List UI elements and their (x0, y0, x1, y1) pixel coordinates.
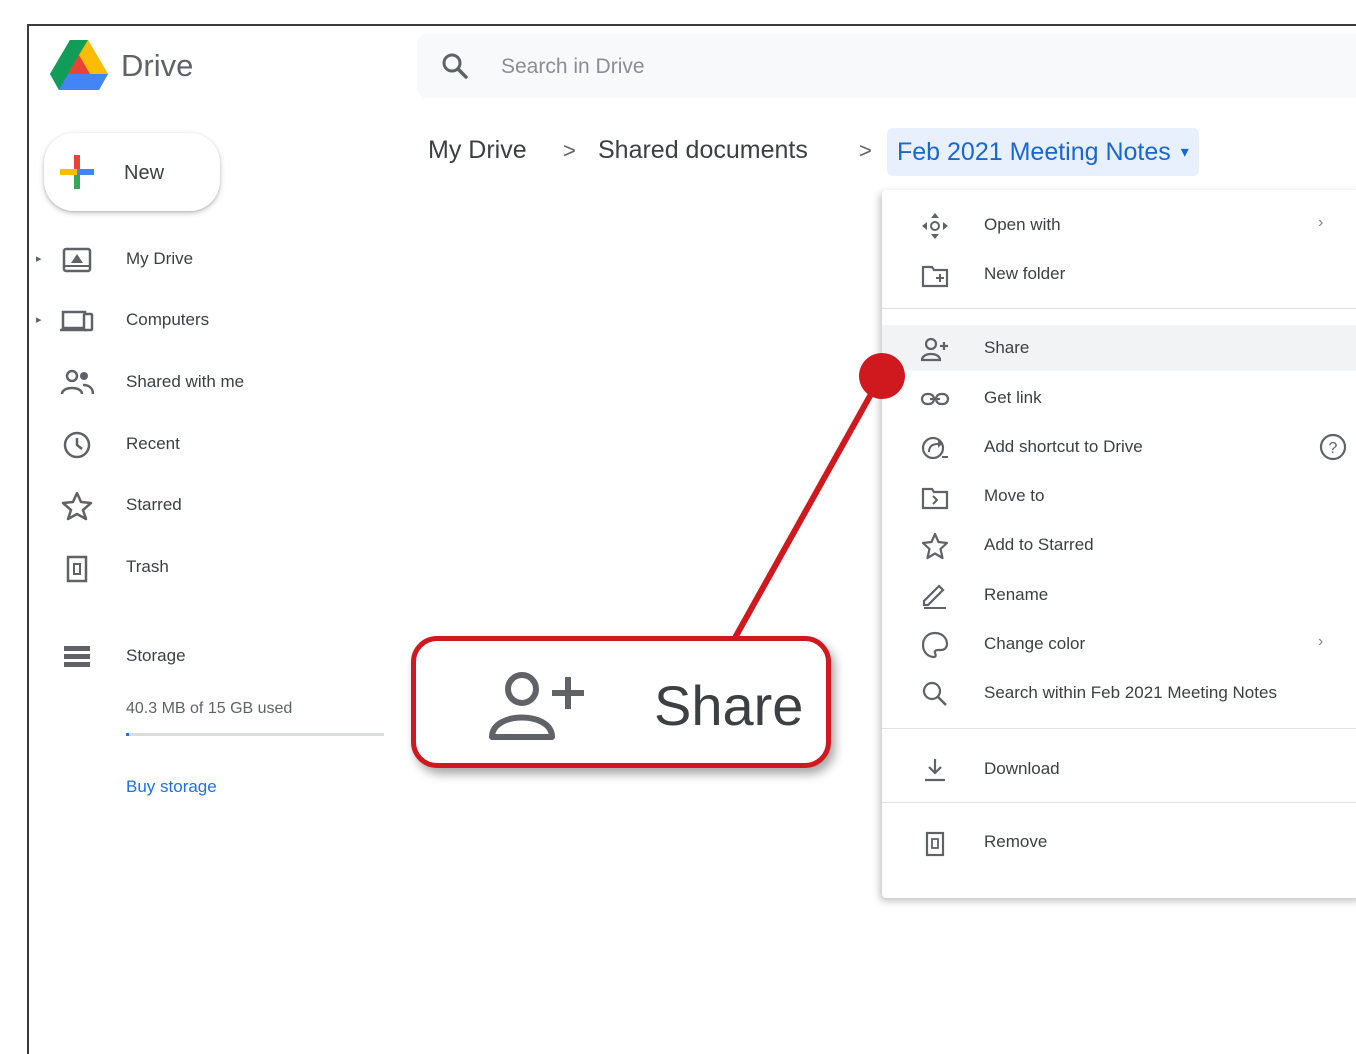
menu-item-move-to[interactable]: Move to (882, 473, 1356, 519)
palette-icon (921, 631, 949, 659)
storage-progress-fill (126, 733, 129, 736)
shared-with-me-icon (60, 369, 94, 395)
search-input[interactable] (499, 49, 1003, 85)
storage-progress-bar (126, 733, 384, 736)
menu-item-label: Add shortcut to Drive (984, 437, 1143, 456)
sidebar-item-recent[interactable]: Recent (36, 422, 396, 466)
menu-item-get-link[interactable]: Get link (882, 375, 1356, 421)
plus-icon (60, 155, 94, 189)
menu-item-add-shortcut[interactable]: Add shortcut to Drive ? (882, 424, 1356, 470)
menu-item-remove[interactable]: Remove (882, 819, 1356, 865)
search-icon[interactable] (441, 52, 469, 80)
menu-item-label: Remove (984, 832, 1048, 851)
storage-usage-text: 40.3 MB of 15 GB used (126, 700, 293, 717)
menu-item-rename[interactable]: Rename (882, 572, 1356, 618)
app-title: Drive (121, 48, 194, 83)
shortcut-icon (921, 436, 948, 460)
sidebar-item-label: My Drive (126, 249, 194, 268)
sidebar-item-label: Trash (126, 557, 169, 576)
menu-item-label: Download (984, 759, 1060, 778)
share-callout: Share (411, 636, 831, 768)
breadcrumb-separator: > (859, 138, 872, 163)
menu-item-label: Rename (984, 585, 1049, 604)
star-icon (61, 491, 93, 521)
computers-icon (60, 310, 94, 332)
menu-item-label: Search within Feb 2021 Meeting Notes (984, 683, 1277, 702)
breadcrumb-separator: > (563, 138, 576, 163)
menu-item-label: Change color (984, 634, 1086, 653)
help-icon[interactable]: ? (1318, 432, 1348, 462)
menu-item-new-folder[interactable]: New folder (882, 251, 1356, 297)
sidebar-item-label: Starred (126, 495, 182, 514)
sidebar-item-shared-with-me[interactable]: Shared with me (36, 360, 396, 404)
new-button-label: New (124, 162, 165, 184)
menu-divider (882, 802, 1356, 803)
sidebar-item-label: Recent (126, 434, 180, 453)
callout-label: Share (654, 674, 804, 737)
sidebar-item-label: Computers (126, 310, 210, 329)
open-with-icon (922, 213, 948, 239)
svg-text:?: ? (1329, 440, 1338, 457)
sidebar-item-label: Shared with me (126, 372, 245, 391)
storage-icon (64, 646, 90, 667)
sidebar-item-label: Storage (126, 646, 186, 665)
menu-item-change-color[interactable]: Change color › (882, 621, 1356, 667)
menu-item-label: Add to Starred (984, 535, 1094, 554)
expand-caret-icon[interactable]: ▸ (36, 313, 42, 326)
sidebar-item-storage[interactable]: Storage (36, 634, 396, 678)
star-icon (921, 532, 949, 560)
rename-icon (922, 584, 946, 609)
menu-item-search-within[interactable]: Search within Feb 2021 Meeting Notes (882, 670, 1356, 716)
search-bar[interactable] (417, 34, 1356, 98)
download-icon (925, 759, 945, 782)
share-icon (489, 672, 584, 740)
menu-item-open-with[interactable]: Open with › (882, 202, 1356, 248)
search-icon (922, 681, 947, 706)
breadcrumb-current-folder[interactable]: Feb 2021 Meeting Notes ▾ (887, 128, 1199, 176)
new-button[interactable]: New (44, 133, 220, 211)
sidebar-item-my-drive[interactable]: ▸ My Drive (36, 237, 396, 281)
expand-caret-icon[interactable]: ▸ (36, 252, 42, 265)
context-menu: Open with › New folder Share Get link Ad… (882, 190, 1356, 898)
menu-item-label: Share (984, 338, 1030, 357)
sidebar-item-computers[interactable]: ▸ Computers (36, 298, 396, 342)
menu-divider (882, 728, 1356, 729)
trash-icon (66, 555, 88, 583)
link-icon (920, 392, 950, 406)
buy-storage-link[interactable]: Buy storage (126, 777, 217, 797)
menu-item-label: Open with (984, 215, 1061, 234)
breadcrumb-current-label: Feb 2021 Meeting Notes (897, 138, 1171, 166)
menu-item-label: New folder (984, 264, 1066, 283)
caret-down-icon: ▾ (1180, 144, 1189, 162)
sidebar-item-trash[interactable]: Trash (36, 545, 396, 589)
sidebar-item-starred[interactable]: Starred (36, 483, 396, 527)
recent-icon (63, 431, 91, 459)
breadcrumb-shared-documents[interactable]: Shared documents (598, 136, 808, 165)
menu-item-share[interactable]: Share (882, 325, 1356, 371)
menu-item-label: Move to (984, 486, 1045, 505)
chevron-right-icon: › (1318, 214, 1324, 231)
drive-logo-icon (50, 40, 108, 90)
menu-item-label: Get link (984, 388, 1042, 407)
menu-item-download[interactable]: Download (882, 746, 1356, 792)
my-drive-icon (62, 247, 92, 273)
share-icon (920, 337, 948, 362)
move-to-icon (921, 487, 949, 510)
menu-divider (882, 308, 1356, 309)
chevron-right-icon: › (1318, 633, 1324, 650)
menu-item-add-to-starred[interactable]: Add to Starred (882, 522, 1356, 568)
new-folder-icon (921, 265, 949, 288)
breadcrumb-my-drive[interactable]: My Drive (428, 136, 527, 165)
trash-icon (925, 831, 945, 857)
